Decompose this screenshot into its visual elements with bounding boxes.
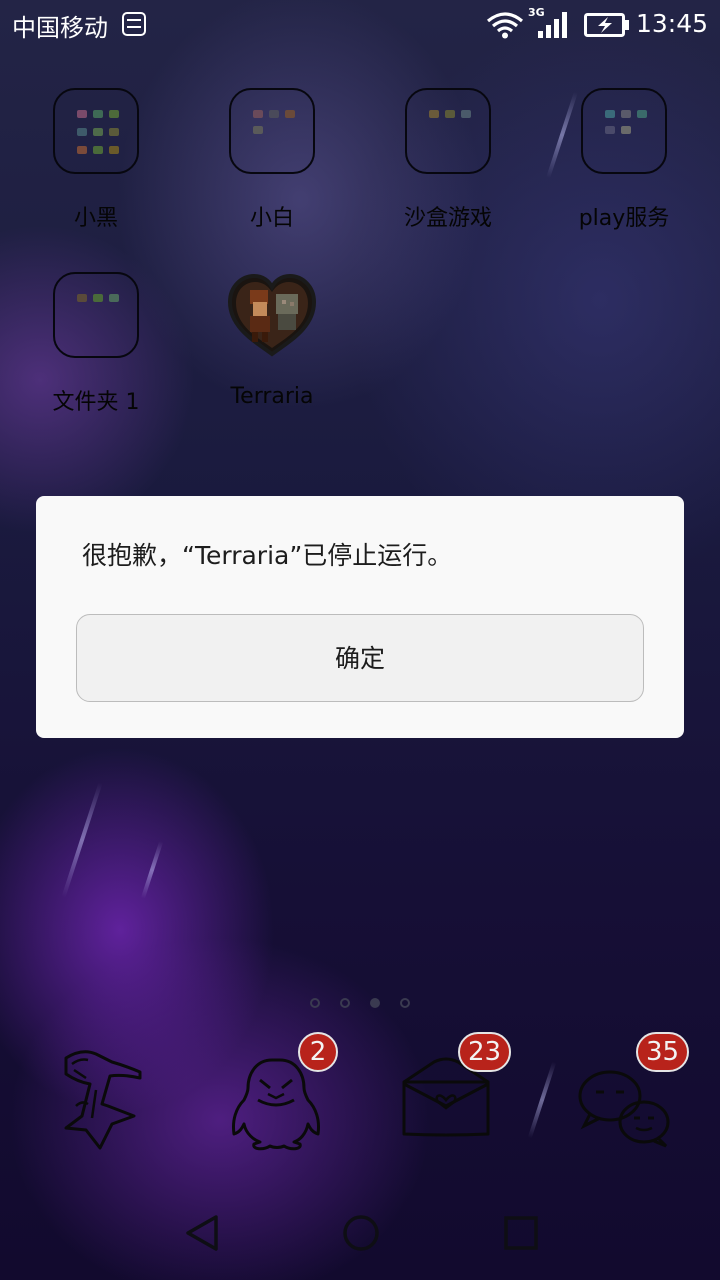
dock-app-tool[interactable] xyxy=(52,1044,152,1154)
notification-badge: 23 xyxy=(458,1032,512,1072)
folder-xiaobai[interactable]: 小白 xyxy=(184,88,360,232)
battery-charging-icon xyxy=(584,13,629,37)
folder-icon xyxy=(229,88,315,174)
folder-icon xyxy=(581,88,667,174)
signal-icon xyxy=(538,12,567,38)
dock-app-wechat[interactable]: 35 xyxy=(574,1032,690,1154)
app-terraria[interactable]: Terraria xyxy=(184,272,360,409)
recent-apps-icon[interactable] xyxy=(504,1216,538,1250)
folder-xiaohei[interactable]: 小黑 xyxy=(8,88,184,232)
carrier-badge-icon xyxy=(122,12,146,36)
app-label: 小白 xyxy=(249,206,294,231)
tool-app-icon xyxy=(64,1050,142,1150)
terraria-heart-icon xyxy=(227,273,317,357)
notification-badge: 35 xyxy=(636,1032,690,1072)
dialog-message: 很抱歉，“Terraria”已停止运行。 xyxy=(82,541,453,570)
folder-icon xyxy=(405,88,491,174)
confirm-button[interactable]: 确定 xyxy=(76,614,644,702)
wifi-icon xyxy=(486,12,524,39)
dock-app-qq[interactable]: 2 xyxy=(224,1032,338,1154)
page-dot xyxy=(340,998,350,1008)
back-icon[interactable] xyxy=(184,1214,220,1252)
wallpaper-streak xyxy=(527,1061,557,1139)
home-icon[interactable] xyxy=(342,1214,380,1252)
page-dot xyxy=(310,998,320,1008)
app-label: 文件夹 1 xyxy=(52,390,140,415)
folder-play-services[interactable]: play服务 xyxy=(536,88,712,232)
folder-icon xyxy=(53,272,139,358)
home-screen: 中国移动 3G 13:45 小黑 小白 沙盒游戏 play服务 文件夹 1 Te… xyxy=(0,0,720,1280)
app-label: Terraria xyxy=(230,384,314,409)
folder-icon xyxy=(53,88,139,174)
notification-badge: 2 xyxy=(298,1032,338,1072)
folder-sandbox-games[interactable]: 沙盒游戏 xyxy=(360,88,536,232)
app-label: 小黑 xyxy=(73,206,118,231)
app-label: play服务 xyxy=(578,206,670,231)
page-dot-active xyxy=(370,998,380,1008)
app-stopped-dialog: 很抱歉，“Terraria”已停止运行。 确定 xyxy=(36,496,684,738)
folder-1[interactable]: 文件夹 1 xyxy=(8,272,184,416)
dock-app-mail[interactable]: 23 xyxy=(396,1032,512,1154)
app-label: 沙盒游戏 xyxy=(403,206,492,231)
wallpaper-streak xyxy=(61,782,103,898)
navigation-bar xyxy=(0,1180,720,1280)
status-bar: 中国移动 3G 13:45 xyxy=(0,0,720,50)
clock: 13:45 xyxy=(635,9,708,38)
page-dot xyxy=(400,998,410,1008)
carrier-name: 中国移动 xyxy=(12,14,108,42)
wallpaper-streak xyxy=(140,840,164,900)
